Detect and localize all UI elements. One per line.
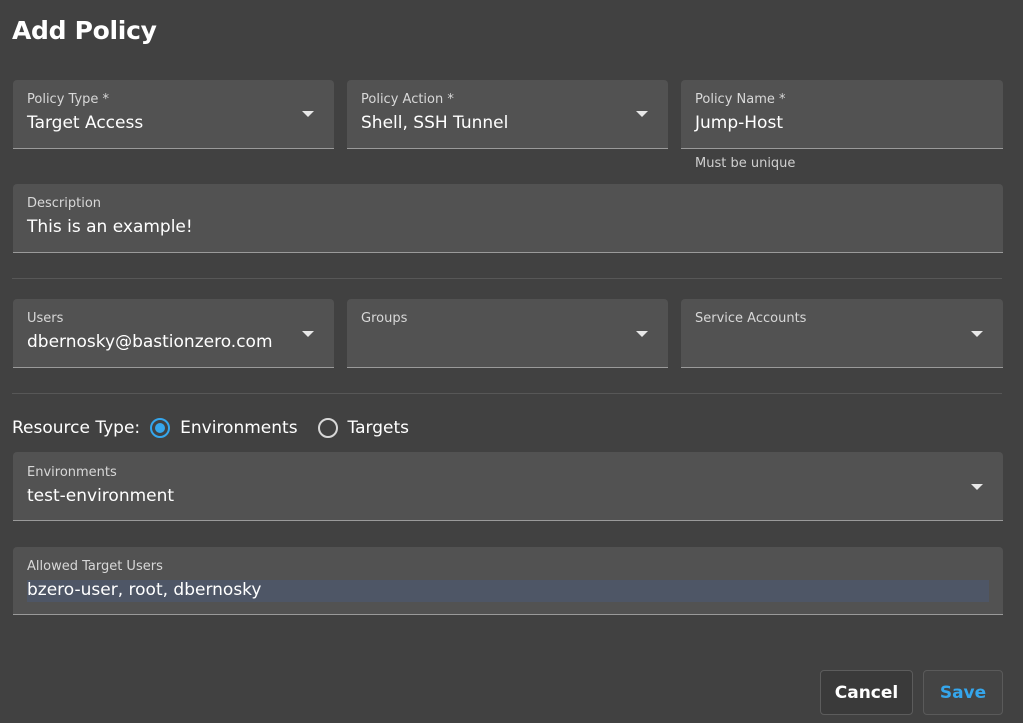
policy-name-label: Policy Name *: [695, 92, 786, 107]
description-value: This is an example!: [27, 217, 193, 237]
policy-action-value: Shell, SSH Tunnel: [361, 113, 509, 133]
service-accounts-label: Service Accounts: [695, 311, 807, 326]
chevron-down-icon[interactable]: [971, 484, 983, 490]
save-button[interactable]: Save: [923, 670, 1003, 715]
allowed-target-users-value: bzero-user, root, dbernosky: [27, 580, 262, 600]
radio-targets[interactable]: Targets: [317, 418, 409, 438]
policy-type-label: Policy Type *: [27, 92, 110, 107]
policy-name-value: Jump-Host: [695, 113, 783, 133]
users-label: Users: [27, 311, 64, 326]
policy-action-select[interactable]: Policy Action * Shell, SSH Tunnel: [347, 80, 668, 149]
policy-action-label: Policy Action *: [361, 92, 454, 107]
users-select[interactable]: Users dbernosky@bastionzero.com: [13, 299, 334, 368]
chevron-down-icon[interactable]: [636, 331, 648, 337]
radio-selected-icon[interactable]: [150, 418, 171, 438]
groups-label: Groups: [361, 311, 408, 326]
radio-environments-label: Environments: [180, 418, 298, 438]
radio-targets-label: Targets: [347, 418, 409, 438]
add-policy-dialog: Add Policy Policy Type * Target Access P…: [0, 0, 1023, 723]
chevron-down-icon[interactable]: [302, 331, 314, 337]
resource-type-group: Resource Type: Environments Targets: [12, 414, 429, 442]
cancel-button[interactable]: Cancel: [820, 670, 913, 715]
groups-select[interactable]: Groups: [347, 299, 668, 368]
policy-type-select[interactable]: Policy Type * Target Access: [13, 80, 334, 149]
radio-unselected-icon[interactable]: [317, 418, 338, 438]
policy-name-hint: Must be unique: [695, 156, 796, 171]
description-input[interactable]: Description This is an example!: [13, 184, 1003, 253]
environments-label: Environments: [27, 465, 117, 480]
resource-type-label: Resource Type:: [12, 418, 141, 438]
chevron-down-icon[interactable]: [971, 331, 983, 337]
policy-type-value: Target Access: [27, 113, 144, 133]
radio-environments[interactable]: Environments: [150, 418, 298, 438]
page-title: Add Policy: [12, 16, 157, 45]
users-value: dbernosky@bastionzero.com: [27, 332, 273, 352]
divider: [12, 278, 1002, 279]
service-accounts-select[interactable]: Service Accounts: [681, 299, 1003, 368]
description-label: Description: [27, 196, 102, 211]
environments-select[interactable]: Environments test-environment: [13, 452, 1003, 521]
chevron-down-icon[interactable]: [636, 111, 648, 117]
divider: [12, 393, 1002, 394]
allowed-target-users-label: Allowed Target Users: [27, 559, 163, 574]
chevron-down-icon[interactable]: [302, 111, 314, 117]
allowed-target-users-input[interactable]: Allowed Target Users bzero-user, root, d…: [13, 547, 1003, 615]
policy-name-input[interactable]: Policy Name * Jump-Host: [681, 80, 1003, 149]
environments-value: test-environment: [27, 486, 175, 506]
